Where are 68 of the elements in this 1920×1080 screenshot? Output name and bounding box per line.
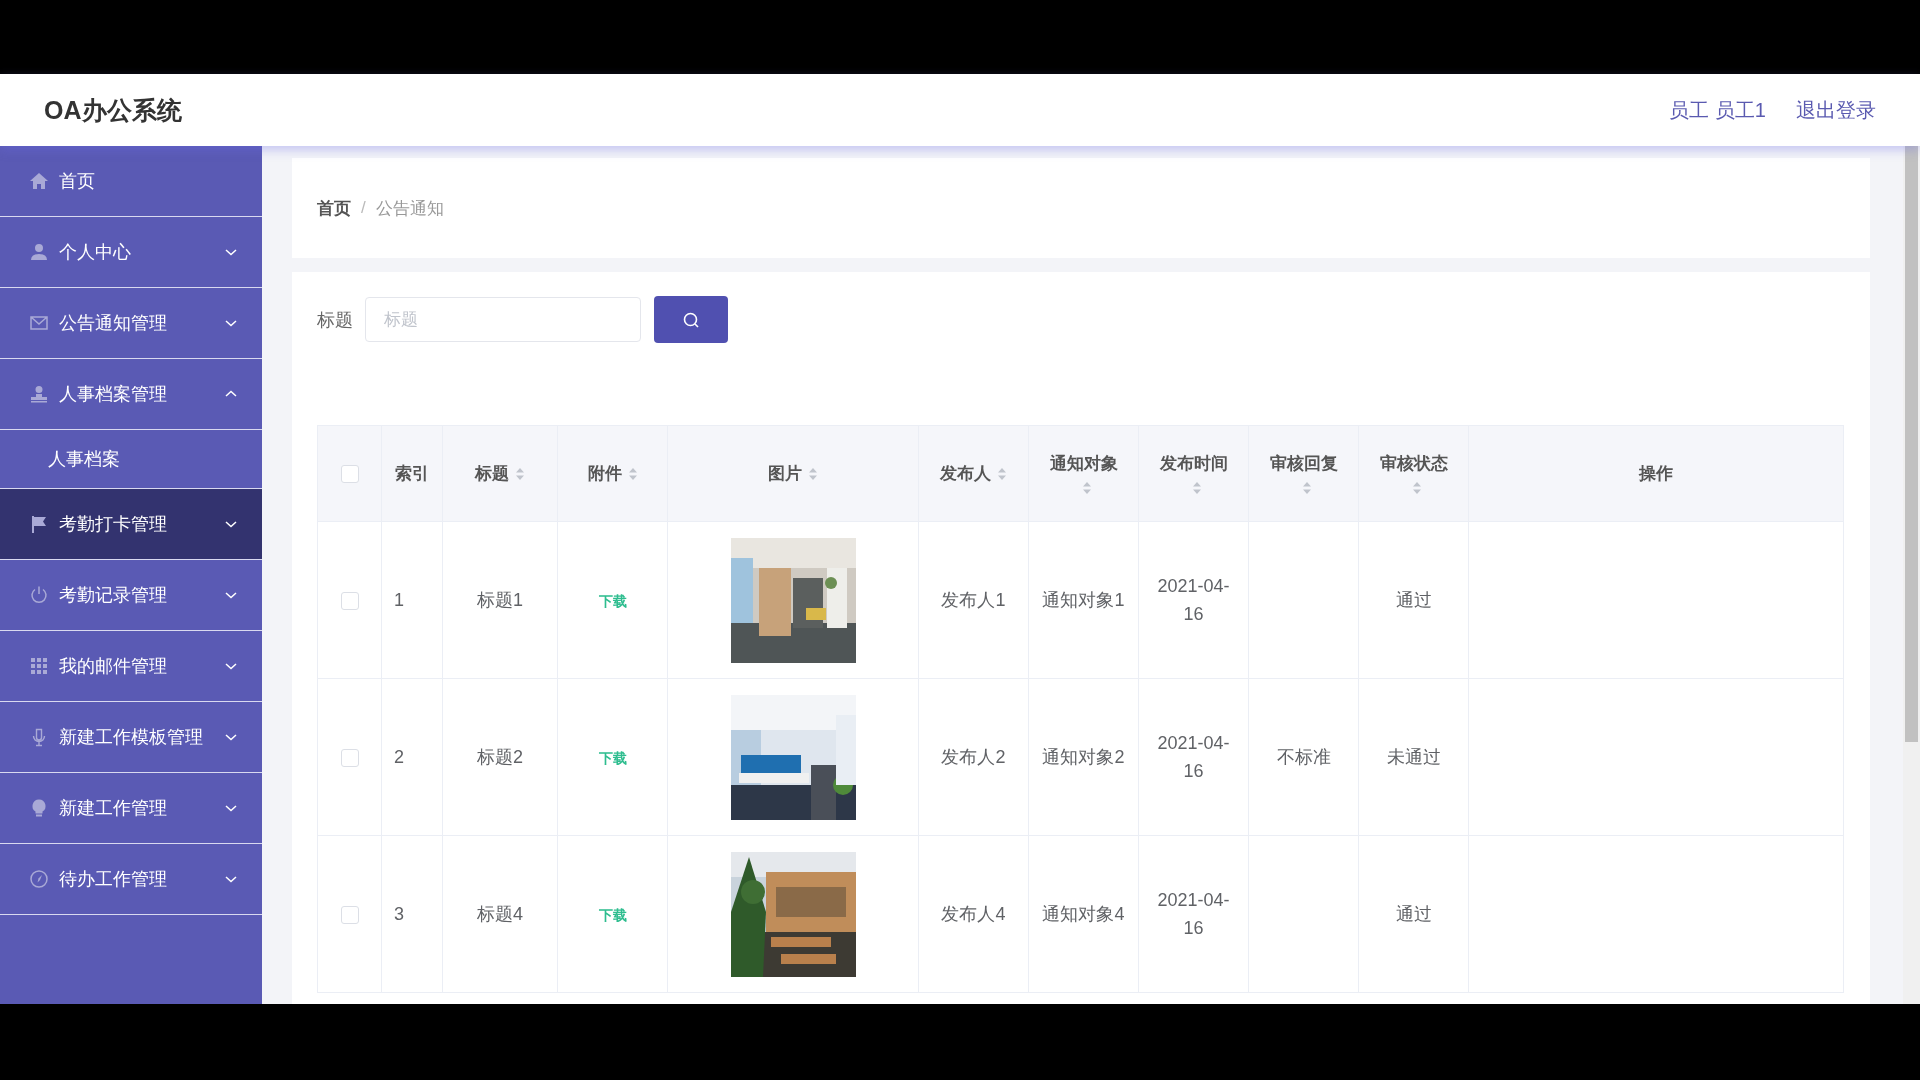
chevron-down-icon (224, 247, 238, 257)
app-title: OA办公系统 (44, 94, 183, 126)
sort-icon (1301, 481, 1312, 495)
table-cell: 2 (394, 746, 404, 767)
table-cell-text: 2021-04-16 (1156, 889, 1231, 940)
sort-icon (997, 466, 1007, 481)
search-icon (682, 310, 700, 329)
table-cell: 标题1 (477, 590, 523, 610)
row-checkbox[interactable] (340, 748, 359, 767)
table-cell: 通过 (1395, 590, 1432, 610)
table-cell: 通知对象1 (1042, 590, 1125, 610)
search-field[interactable]: 标题 (365, 297, 641, 342)
power-icon (29, 585, 49, 605)
column-header: 操作 (1639, 463, 1673, 485)
logout-link[interactable]: 退出登录 (1796, 96, 1876, 124)
table-cell: 通知对象4 (1042, 904, 1125, 924)
column-header[interactable]: 附件 (587, 462, 638, 485)
row-checkbox[interactable] (340, 591, 359, 610)
column-header[interactable]: 标题 (475, 462, 525, 485)
table-cell: 发布人2 (941, 747, 1006, 767)
table-cell: 标题4 (477, 904, 523, 924)
sort-icon (1411, 481, 1422, 495)
chevron-down-icon (224, 590, 238, 600)
sort-icon (1191, 481, 1202, 495)
home-icon (29, 171, 49, 191)
table-cell: 1 (394, 589, 404, 610)
chevron-down-icon (224, 661, 238, 671)
table-cell: 通知对象2 (1042, 747, 1125, 767)
mail-icon (29, 313, 49, 333)
row-checkbox[interactable] (340, 905, 359, 924)
sort-icon (627, 466, 638, 481)
table-cell: 标题2 (477, 747, 523, 767)
table-cell: 3 (394, 903, 404, 924)
table-cell: 通过 (1395, 904, 1432, 924)
stamp-icon (29, 384, 49, 404)
table-cell: 未通过 (1386, 747, 1441, 767)
search-button[interactable] (654, 296, 728, 343)
menu-item[interactable]: 考勤打卡管理 (0, 489, 262, 560)
table-cell-text: 2021-04-16 (1156, 732, 1231, 783)
column-header[interactable]: 图片 (768, 462, 818, 485)
user-link[interactable]: 员工 员工1 (1669, 96, 1766, 124)
sort-icon (515, 466, 525, 481)
chevron-down-icon (224, 874, 238, 884)
grid-icon (29, 656, 49, 676)
lightbulb-icon (29, 798, 49, 818)
scrollbar[interactable] (1903, 146, 1920, 1004)
breadcrumb-separator: / (361, 198, 366, 218)
breadcrumb-current: 公告通知 (375, 197, 444, 220)
chevron-down-icon (224, 732, 238, 742)
compass-icon (29, 869, 49, 889)
search-label: 标题 (317, 308, 353, 332)
user-icon (29, 242, 49, 262)
table-cell-text: 2021-04-16 (1156, 575, 1231, 626)
scrollbar-thumb[interactable] (1905, 146, 1918, 742)
select-all-checkbox[interactable] (340, 465, 359, 483)
table-cell: 发布人4 (941, 904, 1006, 924)
table-cell: 发布人1 (941, 590, 1006, 610)
sort-icon (808, 466, 818, 481)
table-cell: 不标准 (1276, 747, 1331, 767)
chevron-down-icon (224, 318, 238, 328)
chevron-down-icon (224, 803, 238, 813)
column-header[interactable]: 发布人 (940, 462, 1007, 485)
chevron-up-icon (224, 389, 238, 399)
sort-icon (1081, 481, 1092, 495)
chevron-down-icon (224, 519, 238, 529)
column-header: 索引 (395, 463, 429, 485)
flag-icon (29, 514, 49, 534)
breadcrumb-link[interactable]: 首页 (317, 196, 351, 220)
